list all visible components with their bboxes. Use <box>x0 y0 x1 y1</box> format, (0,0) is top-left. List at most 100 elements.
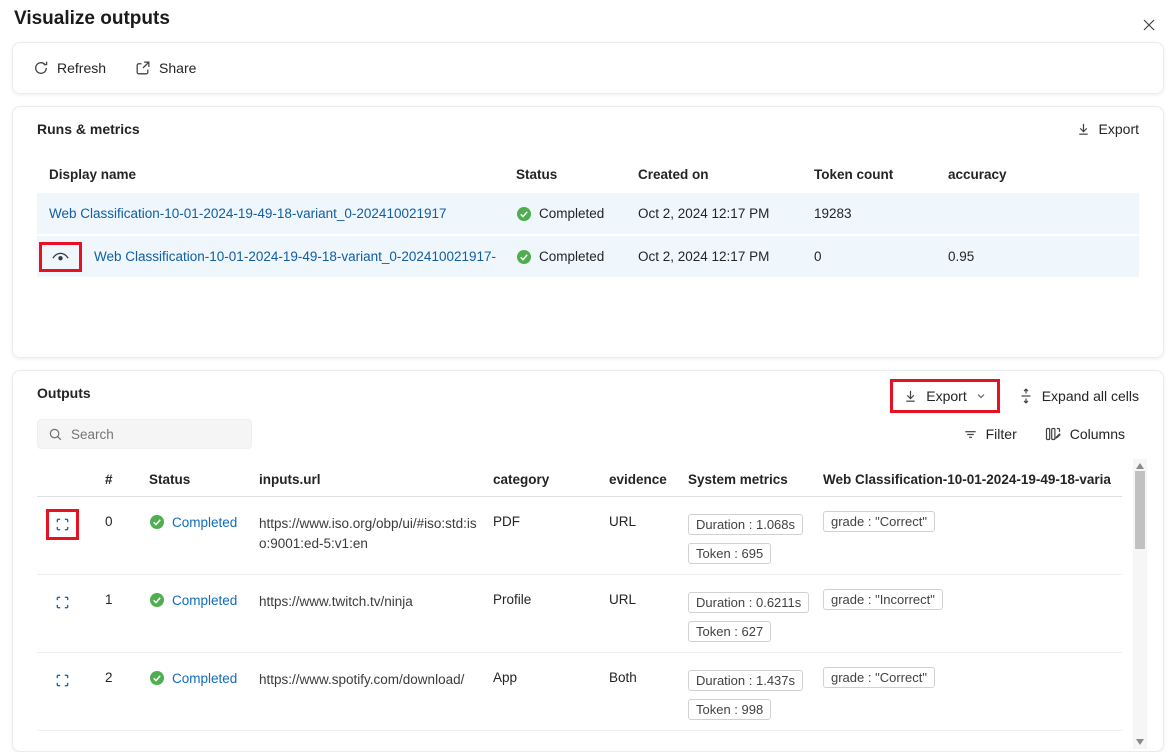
col-variant-output: Web Classification-10-01-2024-19-49-18-v… <box>815 472 1122 487</box>
refresh-label: Refresh <box>57 60 106 76</box>
vertical-scrollbar[interactable] <box>1133 459 1147 749</box>
scroll-down-icon[interactable] <box>1133 735 1147 749</box>
download-icon <box>903 389 918 404</box>
col-inputs-url: inputs.url <box>251 472 485 487</box>
refresh-button[interactable]: Refresh <box>33 60 106 76</box>
col-display-name: Display name <box>37 167 516 182</box>
download-icon <box>1076 122 1091 137</box>
col-status: Status <box>141 472 251 487</box>
share-label: Share <box>159 60 196 76</box>
highlight-box <box>39 242 82 272</box>
run-token-count: 0 <box>814 249 948 264</box>
table-row: 0 Completed https://www.iso.org/obp/ui/#… <box>37 497 1122 575</box>
col-index: # <box>89 472 141 487</box>
row-url: https://www.spotify.com/download/ <box>251 665 485 690</box>
close-icon[interactable] <box>1135 11 1163 39</box>
row-category: PDF <box>485 509 601 529</box>
row-index: 0 <box>89 509 141 529</box>
run-created-on: Oct 2, 2024 12:17 PM <box>638 249 814 264</box>
outputs-table-header: # Status inputs.url category evidence Sy… <box>37 463 1122 497</box>
grade-chip: grade : "Correct" <box>823 667 935 688</box>
runs-export-label: Export <box>1099 121 1139 137</box>
table-row: 2 Completed https://www.spotify.com/down… <box>37 653 1122 731</box>
duration-chip: Duration : 1.437s <box>688 670 803 691</box>
columns-button[interactable]: Columns <box>1045 426 1125 442</box>
expand-cell-icon[interactable] <box>55 673 70 688</box>
scrollbar-thumb[interactable] <box>1135 471 1145 549</box>
run-name-link[interactable]: Web Classification-10-01-2024-19-49-18-v… <box>94 249 496 264</box>
outputs-export-button[interactable]: Export <box>893 382 996 410</box>
outputs-table: # Status inputs.url category evidence Sy… <box>37 463 1122 731</box>
grade-chip: grade : "Incorrect" <box>823 589 943 610</box>
filter-label: Filter <box>986 426 1017 442</box>
runs-export-button[interactable]: Export <box>1076 121 1139 137</box>
expand-all-cells-button[interactable]: Expand all cells <box>1018 388 1139 404</box>
col-created-on: Created on <box>638 167 814 182</box>
row-url: https://www.twitch.tv/ninja <box>251 587 485 612</box>
toolbar: Refresh Share <box>12 42 1164 94</box>
outputs-section: Outputs Export <box>12 370 1164 752</box>
outputs-section-title: Outputs <box>37 385 91 401</box>
token-chip: Token : 627 <box>688 621 771 642</box>
token-chip: Token : 695 <box>688 543 771 564</box>
row-category: App <box>485 665 601 685</box>
run-row[interactable]: Web Classification-10-01-2024-19-49-18-v… <box>37 193 1139 234</box>
highlight-box <box>46 509 79 540</box>
share-button[interactable]: Share <box>134 60 196 77</box>
grade-chip: grade : "Correct" <box>823 511 935 532</box>
row-index: 2 <box>89 665 141 685</box>
search-icon <box>48 427 63 442</box>
run-accuracy: 0.95 <box>948 249 1139 264</box>
token-chip: Token : 998 <box>688 699 771 720</box>
runs-metrics-section: Runs & metrics Export Display name Statu… <box>12 106 1164 358</box>
row-evidence: URL <box>601 587 680 607</box>
page-title: Visualize outputs <box>14 8 170 30</box>
run-status: Completed <box>539 249 604 264</box>
share-icon <box>134 60 151 77</box>
expand-cell-icon[interactable] <box>55 595 70 610</box>
row-category: Profile <box>485 587 601 607</box>
col-accuracy: accuracy <box>948 167 1139 182</box>
row-evidence: Both <box>601 665 680 685</box>
col-status: Status <box>516 167 638 182</box>
row-evidence: URL <box>601 509 680 529</box>
expand-all-icon <box>1018 388 1034 404</box>
run-name-link[interactable]: Web Classification-10-01-2024-19-49-18-v… <box>49 206 447 221</box>
col-category: category <box>485 472 601 487</box>
check-circle-icon <box>149 670 165 686</box>
expand-cell-icon[interactable] <box>55 517 70 532</box>
search-input[interactable] <box>71 427 248 442</box>
runs-table-header: Display name Status Created on Token cou… <box>37 155 1139 193</box>
row-status: Completed <box>172 515 237 530</box>
col-token-count: Token count <box>814 167 948 182</box>
search-box <box>37 419 252 449</box>
col-system-metrics: System metrics <box>680 472 815 487</box>
eye-icon[interactable] <box>51 250 70 264</box>
row-status: Completed <box>172 593 237 608</box>
run-row[interactable]: Web Classification-10-01-2024-19-49-18-v… <box>37 236 1139 277</box>
outputs-export-label: Export <box>926 388 966 404</box>
chevron-down-icon <box>975 390 987 402</box>
duration-chip: Duration : 0.6211s <box>688 592 809 613</box>
col-evidence: evidence <box>601 472 680 487</box>
run-created-on: Oct 2, 2024 12:17 PM <box>638 206 814 221</box>
run-token-count: 19283 <box>814 206 948 221</box>
check-circle-icon <box>516 249 532 265</box>
table-row: 1 Completed https://www.twitch.tv/ninja … <box>37 575 1122 653</box>
expand-all-label: Expand all cells <box>1042 388 1139 404</box>
run-status: Completed <box>539 206 604 221</box>
check-circle-icon <box>149 592 165 608</box>
check-circle-icon <box>516 206 532 222</box>
check-circle-icon <box>149 514 165 530</box>
highlight-box: Export <box>890 379 999 413</box>
duration-chip: Duration : 1.068s <box>688 514 803 535</box>
columns-label: Columns <box>1070 426 1125 442</box>
row-url: https://www.iso.org/obp/ui/#iso:std:iso:… <box>251 509 485 555</box>
refresh-icon <box>33 60 49 76</box>
row-index: 1 <box>89 587 141 607</box>
columns-edit-icon <box>1045 426 1062 442</box>
runs-section-title: Runs & metrics <box>37 121 140 137</box>
row-status: Completed <box>172 671 237 686</box>
filter-icon <box>963 427 978 442</box>
filter-button[interactable]: Filter <box>963 426 1017 442</box>
